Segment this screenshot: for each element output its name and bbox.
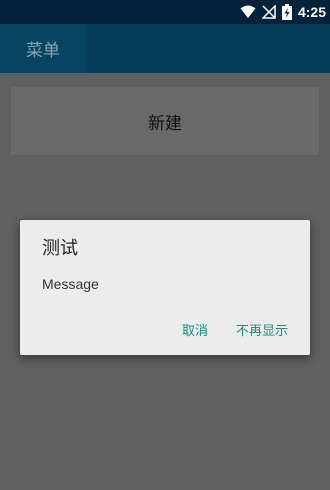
status-icons: 4:25 [240, 0, 326, 24]
battery-charging-icon [281, 4, 292, 20]
new-button[interactable]: 新建 [11, 87, 319, 155]
alert-dialog: 测试 Message 取消 不再显示 [20, 220, 310, 355]
dialog-message: Message [42, 276, 99, 292]
menu-label: 菜单 [26, 41, 60, 61]
dialog-title: 测试 [42, 238, 78, 259]
status-bar: 4:25 [0, 0, 330, 24]
wifi-icon [240, 5, 256, 18]
dialog-actions: 取消 不再显示 [182, 320, 288, 339]
app-bar: 菜单 [0, 24, 330, 73]
status-time: 4:25 [297, 4, 326, 20]
menu-tab[interactable]: 菜单 [0, 24, 86, 73]
signal-off-icon [261, 5, 276, 19]
dont-show-again-button[interactable]: 不再显示 [236, 320, 288, 339]
cancel-button[interactable]: 取消 [182, 320, 208, 339]
